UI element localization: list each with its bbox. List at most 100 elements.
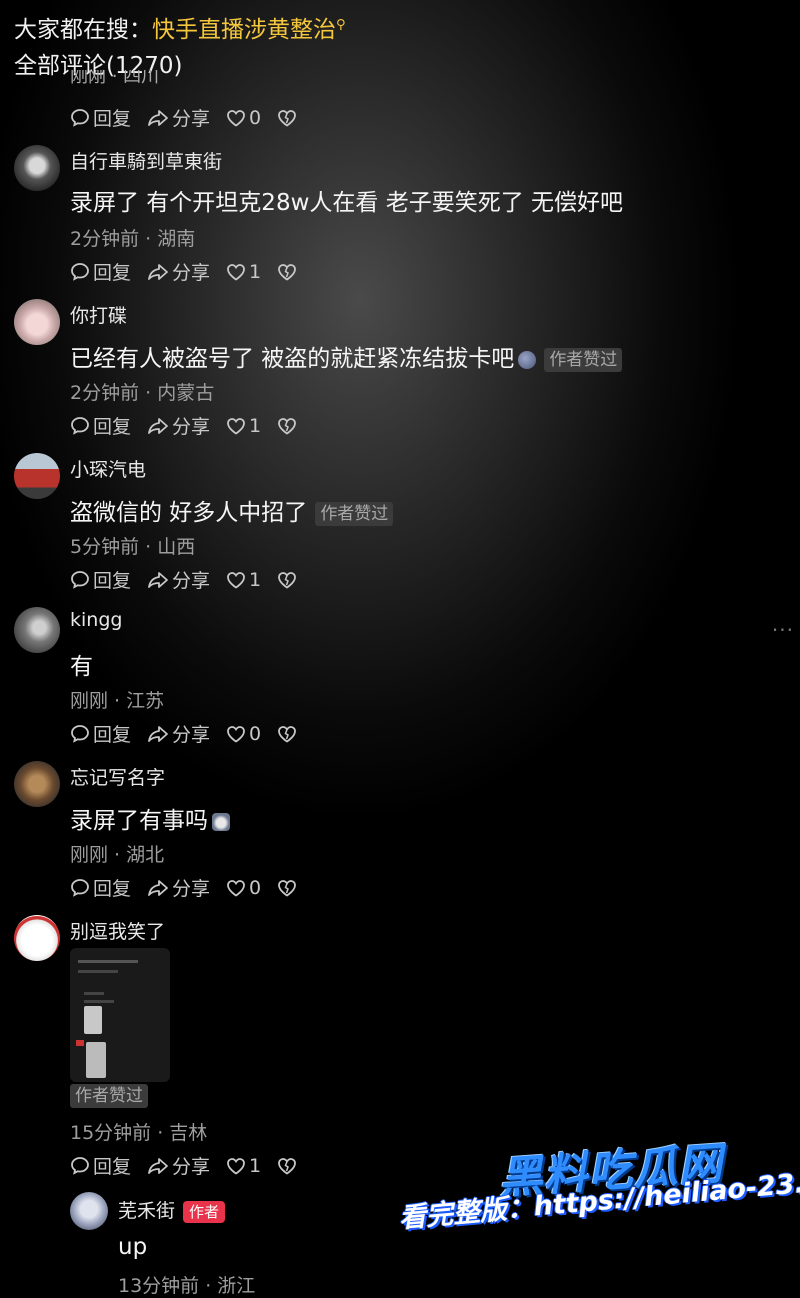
comment-meta: 刚刚 · 四川 [70,70,160,87]
emoji-icon [518,350,537,369]
share-icon [148,879,168,896]
reply-icon [71,724,89,743]
like-count: 1 [249,414,262,437]
share-button[interactable]: 分享 [147,874,210,901]
username[interactable]: kingg [70,609,122,631]
hot-search-prefix: 大家都在搜： [14,17,152,43]
avatar[interactable] [14,453,60,499]
comment-text-row: 已经有人被盗号了 被盗的就赶紧冻结拔卡吧 作者赞过 [70,339,623,373]
like-count: 0 [249,722,262,745]
reply-icon [71,878,89,897]
hot-search-bar[interactable]: 大家都在搜：快手直播涉黄整治⚲ [14,10,346,44]
more-options-icon[interactable]: ··· [772,618,794,642]
author-liked-tag: 作者赞过 [544,347,623,372]
username[interactable]: 别逗我笑了 [70,917,165,944]
reply-icon [71,1156,89,1175]
comment-meta: 刚刚 · 江苏 [70,690,165,712]
dislike-button[interactable] [277,879,300,897]
emoji-icon [212,812,230,831]
like-count: 1 [249,260,262,283]
comment-text: up [118,1234,148,1260]
dislike-button[interactable] [277,417,300,435]
username[interactable]: 自行車騎到草東街 [70,147,222,174]
author-liked-row: 作者赞过 [70,1084,148,1108]
hot-search-term[interactable]: 快手直播涉黄整治 [152,17,336,43]
share-icon [148,109,168,126]
avatar[interactable] [70,1192,108,1230]
username[interactable]: 你打碟 [70,301,127,328]
comment-text: 录屏了有事吗 [70,808,208,834]
like-button[interactable]: 1 [226,261,261,283]
broken-heart-icon [278,571,297,589]
share-icon [148,263,168,280]
comment-meta: 2分钟前 · 湖南 [70,228,196,250]
share-icon [148,571,168,588]
share-button[interactable]: 分享 [147,412,210,439]
comment-actions: 回复 分享 0 [70,104,316,131]
like-count: 1 [249,568,262,591]
like-button[interactable]: 0 [226,877,261,899]
dislike-button[interactable] [277,1157,300,1175]
dislike-button[interactable] [277,109,300,127]
like-count: 0 [249,876,262,899]
comment-actions: 回复 分享 1 [70,1152,316,1179]
avatar[interactable] [14,299,60,345]
comment-text-row: 录屏了有事吗 [70,801,230,835]
heart-icon [227,417,245,435]
share-button[interactable]: 分享 [147,1152,210,1179]
avatar[interactable] [14,761,60,807]
dislike-button[interactable] [277,571,300,589]
broken-heart-icon [278,109,297,127]
heart-icon [227,879,245,897]
like-button[interactable]: 0 [226,107,261,129]
avatar[interactable] [14,915,60,961]
broken-heart-icon [278,879,297,897]
like-button[interactable]: 0 [226,723,261,745]
heart-icon [227,109,245,127]
reply-button[interactable]: 回复 [70,412,131,439]
search-icon[interactable]: ⚲ [336,17,346,32]
comment-actions: 回复 分享 0 [70,720,316,747]
dislike-button[interactable] [277,725,300,743]
like-count: 0 [249,106,262,129]
broken-heart-icon [278,263,297,281]
avatar[interactable] [14,145,60,191]
reply-username-row: 芜禾街 作者 [118,1196,226,1223]
reply-button[interactable]: 回复 [70,566,131,593]
reply-button[interactable]: 回复 [70,258,131,285]
username[interactable]: 小琛汽电 [70,455,146,482]
like-button[interactable]: 1 [226,569,261,591]
heart-icon [227,263,245,281]
share-icon [148,1157,168,1174]
comment-meta: 5分钟前 · 山西 [70,536,196,558]
like-button[interactable]: 1 [226,415,261,437]
comment-image[interactable] [70,948,170,1082]
comment-text: 录屏了 有个开坦克28w人在看 老子要笑死了 无偿好吧 [70,190,624,216]
share-button[interactable]: 分享 [147,104,210,131]
author-badge: 作者 [183,1200,226,1223]
comment-actions: 回复 分享 1 [70,258,316,285]
author-liked-tag: 作者赞过 [315,501,394,526]
reply-button[interactable]: 回复 [70,720,131,747]
avatar[interactable] [14,607,60,653]
like-button[interactable]: 1 [226,1155,261,1177]
comment-text: 盗微信的 好多人中招了 [70,500,308,526]
reply-button[interactable]: 回复 [70,874,131,901]
comment-actions: 回复 分享 1 [70,412,316,439]
username[interactable]: 忘记写名字 [70,763,165,790]
dislike-button[interactable] [277,263,300,281]
reply-icon [71,570,89,589]
reply-button[interactable]: 回复 [70,104,131,131]
heart-icon [227,725,245,743]
broken-heart-icon [278,417,297,435]
comment-text-row: 盗微信的 好多人中招了 作者赞过 [70,493,394,527]
like-count: 1 [249,1154,262,1177]
username[interactable]: 芜禾街 [118,1200,175,1222]
share-button[interactable]: 分享 [147,720,210,747]
reply-button[interactable]: 回复 [70,1152,131,1179]
share-button[interactable]: 分享 [147,258,210,285]
comment-meta: 刚刚 · 湖北 [70,844,165,866]
reply-icon [71,262,89,281]
share-button[interactable]: 分享 [147,566,210,593]
comment-meta: 2分钟前 · 内蒙古 [70,382,215,404]
